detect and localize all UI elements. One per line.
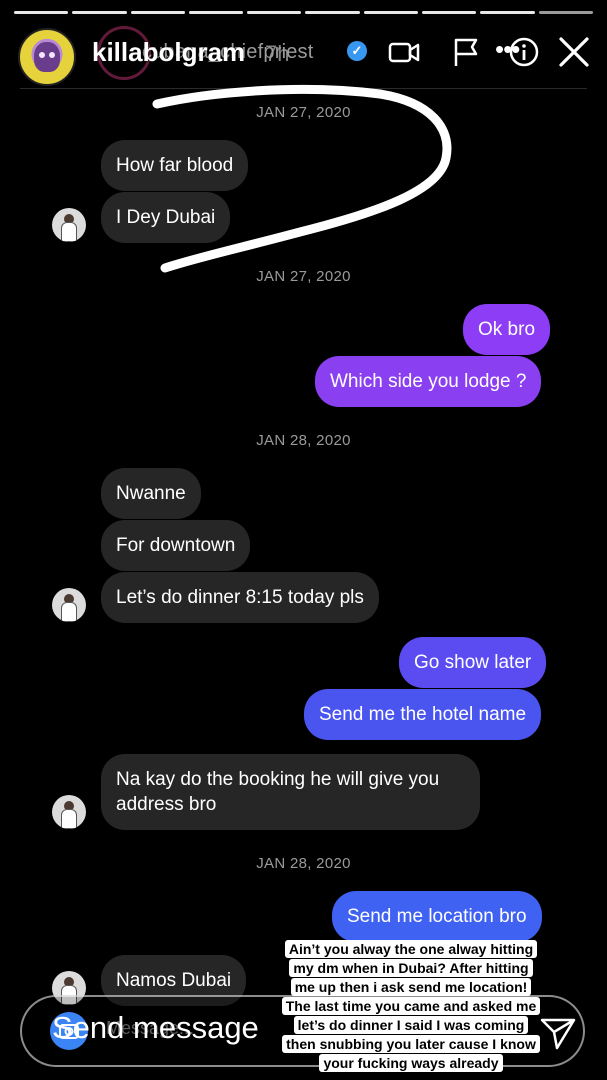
caption-line: then snubbing you later cause I know — [282, 1035, 540, 1053]
flag-icon — [454, 38, 478, 66]
info-icon — [509, 37, 539, 67]
progress-segment — [363, 11, 419, 14]
progress-segment — [305, 11, 360, 14]
progress-segment — [188, 11, 244, 14]
progress-segment — [538, 11, 593, 14]
close-icon[interactable] — [556, 34, 592, 70]
outgoing-message[interactable]: Which side you lodge ? — [315, 356, 542, 407]
verified-badge-icon: ✓ — [347, 41, 367, 61]
progress-segment — [14, 11, 69, 14]
progress-segment — [130, 11, 185, 14]
header-divider — [20, 88, 587, 89]
date-separator: JAN 28, 2020 — [256, 432, 351, 449]
outgoing-message[interactable]: Send me the hotel name — [304, 689, 542, 740]
sender-avatar — [52, 588, 86, 622]
story-progress-bar — [14, 11, 593, 14]
story-username[interactable]: killabolgram — [92, 37, 245, 68]
date-separator: JAN 27, 2020 — [256, 104, 351, 121]
sender-avatar — [52, 795, 86, 829]
outgoing-message[interactable]: Go show later — [399, 637, 547, 688]
progress-segment — [480, 11, 535, 14]
outgoing-message[interactable]: Send me location bro — [332, 891, 542, 942]
story-caption: Ain’t you alway the one alway hitting my… — [276, 940, 546, 1073]
incoming-message[interactable]: Na kay do the booking he will give you a… — [101, 754, 480, 830]
caption-line: my dm when in Dubai? After hitting — [289, 959, 533, 977]
progress-segment — [422, 11, 477, 14]
caption-line: your fucking ways already — [319, 1054, 503, 1072]
date-separator: JAN 27, 2020 — [256, 268, 351, 285]
incoming-message[interactable]: For downtown — [101, 520, 251, 571]
progress-segment — [247, 11, 302, 14]
send-icon[interactable] — [538, 1012, 578, 1052]
sender-avatar — [52, 208, 86, 242]
incoming-message[interactable]: How far blood — [101, 140, 249, 191]
caption-line: me up then i ask send me location! — [290, 978, 532, 996]
caption-line: Ain’t you alway the one alway hitting — [284, 940, 538, 958]
send-message-input[interactable]: Send message — [52, 1010, 259, 1046]
incoming-message[interactable]: Nwanne — [101, 468, 201, 519]
date-separator: JAN 28, 2020 — [256, 855, 351, 872]
video-camera-icon — [388, 42, 420, 63]
story-time-ago: 7h — [265, 41, 290, 66]
incoming-message[interactable]: I Dey Dubai — [101, 192, 231, 243]
caption-line: let’s do dinner I said I was coming — [293, 1016, 529, 1034]
progress-segment — [72, 11, 127, 14]
incoming-message[interactable]: Let’s do dinner 8:15 today pls — [101, 572, 379, 623]
caption-line: The last time you came and asked me — [281, 997, 541, 1015]
outgoing-message[interactable]: Ok bro — [463, 304, 551, 355]
story-avatar[interactable] — [18, 28, 76, 86]
